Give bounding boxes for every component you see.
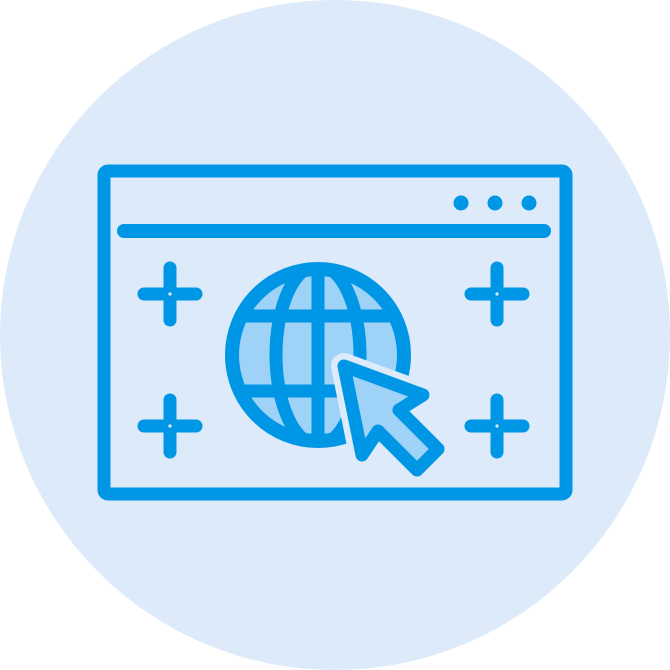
window-dot-2 <box>487 195 503 211</box>
window-dot-1 <box>453 195 469 211</box>
window-control-dots <box>453 195 537 211</box>
web-browser-globe-cursor-icon <box>0 0 670 670</box>
icon-canvas <box>0 0 670 670</box>
window-dot-3 <box>521 195 537 211</box>
cursor-arrow-icon <box>331 353 451 483</box>
